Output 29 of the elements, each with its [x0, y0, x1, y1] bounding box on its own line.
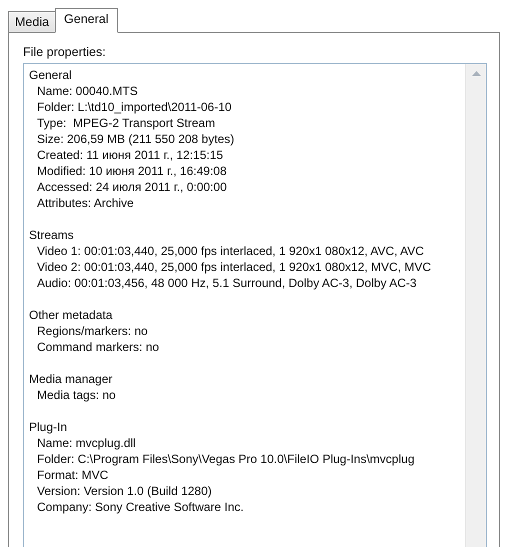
property-line: Video 2: 00:01:03,440, 25,000 fps interlaced, 1 920x1 080x12, MVC, MVC	[36, 259, 432, 275]
section-title: Other metadata	[29, 307, 112, 323]
field-label: File properties:	[23, 45, 106, 59]
section-title: General	[29, 67, 72, 83]
section-title: Plug-In	[29, 419, 68, 435]
property-line: Media tags: no	[36, 387, 116, 403]
section-title: Media manager	[29, 371, 112, 387]
property-line: Created: 11 июня 2011 г., 12:15:15	[36, 147, 224, 163]
property-line: Company: Sony Creative Software Inc.	[36, 499, 244, 515]
property-line: Command markers: no	[36, 339, 160, 355]
scroll-up-arrow-icon[interactable]	[472, 71, 480, 76]
property-line: Regions/markers: no	[36, 323, 148, 339]
property-line: Video 1: 00:01:03,440, 25,000 fps interlaced, 1 920x1 080x12, AVC, AVC	[36, 243, 424, 259]
property-line: Version: Version 1.0 (Build 1280)	[36, 483, 212, 499]
property-line: Format: MVC	[36, 467, 108, 483]
scrollbar[interactable]	[465, 64, 486, 547]
property-line: Attributes: Archive	[36, 195, 134, 211]
tab[interactable]: Media	[8, 11, 56, 33]
property-line: Folder: L:\td10_imported\2011-06-10	[36, 99, 232, 115]
property-line: Accessed: 24 июля 2011 г., 0:00:00	[36, 179, 227, 195]
property-line: Audio: 00:01:03,456, 48 000 Hz, 5.1 Surround, Dolby AC-3, Dolby AC-3	[36, 275, 417, 291]
property-line: Folder: C:\Program Files\Sony\Vegas Pro 10.0\FileIO Plug-Ins\mvcplug	[36, 451, 414, 467]
section-title: Streams	[29, 227, 74, 243]
tab[interactable]: General	[55, 8, 118, 33]
property-line: Type: MPEG-2 Transport Stream	[36, 115, 216, 131]
property-line: Name: mvcplug.dll	[36, 435, 136, 451]
property-line: Modified: 10 июня 2011 г., 16:49:08	[36, 163, 227, 179]
property-line: Name: 00040.MTS	[36, 83, 138, 99]
property-line: Size: 206,59 MB (211 550 208 bytes)	[36, 131, 234, 147]
